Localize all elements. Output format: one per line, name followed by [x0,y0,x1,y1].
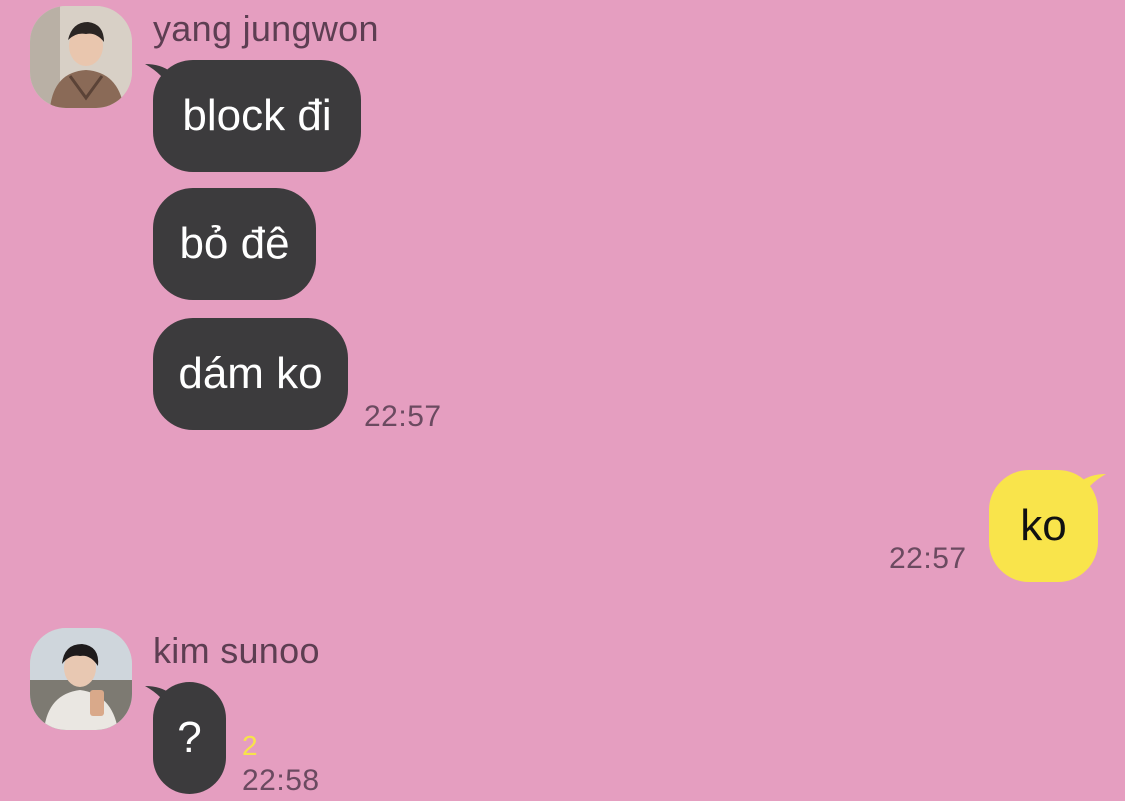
sender-name: kim sunoo [153,630,320,671]
message-timestamp: 22:58 [242,764,320,797]
avatar-photo-icon [30,6,132,108]
message-bubble[interactable]: ? [153,682,226,794]
avatar[interactable] [30,6,132,108]
unread-count-badge: 2 [242,730,258,761]
message-timestamp: 22:57 [889,542,967,575]
avatar-photo-icon [30,628,132,730]
message-bubble[interactable]: block đi [153,60,361,172]
message-bubble[interactable]: ko [989,470,1098,582]
message-bubble[interactable]: bỏ đê [153,188,316,300]
message-bubble[interactable]: dám ko [153,318,348,430]
sender-name: yang jungwon [153,8,379,49]
avatar[interactable] [30,628,132,730]
message-timestamp: 22:57 [364,400,442,433]
